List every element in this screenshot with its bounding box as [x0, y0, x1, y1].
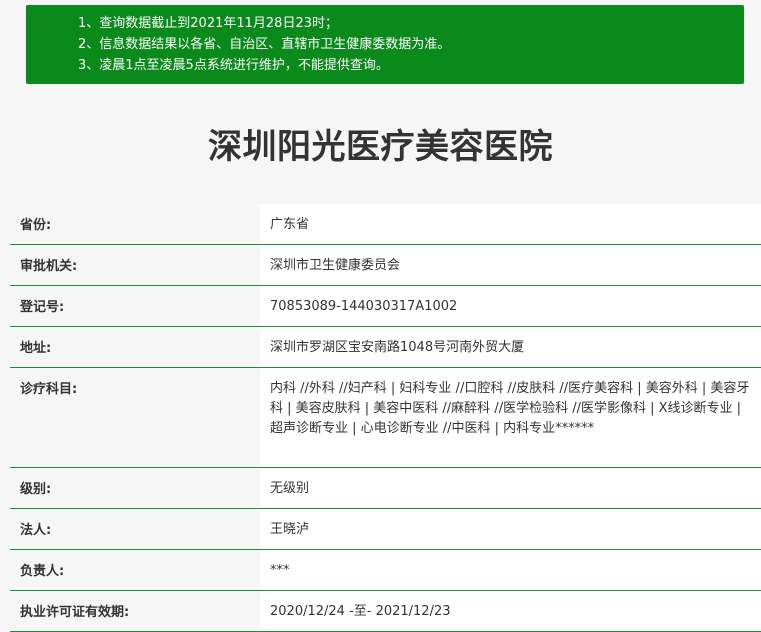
row-address: 地址: 深圳市罗湖区宝安南路1048号河南外贸大厦 — [10, 327, 761, 368]
person-in-charge-value: *** — [260, 550, 761, 590]
notice-banner: 1、查询数据截止到2021年11月28日23时； 2、信息数据结果以各省、自治区… — [26, 5, 744, 84]
row-level: 级别: 无级别 — [10, 468, 761, 509]
license-validity-value: 2020/12/24 -至- 2021/12/23 — [260, 591, 761, 631]
legal-person-value: 王晓泸 — [260, 509, 761, 549]
legal-person-label: 法人: — [10, 509, 260, 549]
row-license-validity: 执业许可证有效期: 2020/12/24 -至- 2021/12/23 — [10, 591, 761, 632]
departments-value: 内科 //外科 //妇产科 | 妇科专业 //口腔科 //皮肤科 //医疗美容科… — [260, 368, 761, 467]
address-value: 深圳市罗湖区宝安南路1048号河南外贸大厦 — [260, 327, 761, 367]
approval-authority-label: 审批机关: — [10, 245, 260, 285]
notice-line-1: 1、查询数据截止到2021年11月28日23时； — [78, 16, 338, 31]
row-legal-person: 法人: 王晓泸 — [10, 509, 761, 550]
hospital-name-title: 深圳阳光医疗美容医院 — [208, 127, 553, 167]
row-registration-number: 登记号: 70853089-144030317A1002 — [10, 286, 761, 327]
row-departments: 诊疗科目: 内科 //外科 //妇产科 | 妇科专业 //口腔科 //皮肤科 /… — [10, 368, 761, 468]
level-label: 级别: — [10, 468, 260, 508]
address-label: 地址: — [10, 327, 260, 367]
level-value: 无级别 — [260, 468, 761, 508]
departments-label: 诊疗科目: — [10, 368, 260, 467]
row-approval-authority: 审批机关: 深圳市卫生健康委员会 — [10, 245, 761, 286]
approval-authority-value: 深圳市卫生健康委员会 — [260, 245, 761, 285]
row-province: 省份: 广东省 — [10, 204, 761, 245]
notice-line-3: 3、凌晨1点至凌晨5点系统进行维护，不能提供查询。 — [78, 58, 389, 73]
row-person-in-charge: 负责人: *** — [10, 550, 761, 591]
registration-number-label: 登记号: — [10, 286, 260, 326]
registration-number-value: 70853089-144030317A1002 — [260, 286, 761, 326]
hospital-info-table: 省份: 广东省 审批机关: 深圳市卫生健康委员会 登记号: 70853089-1… — [10, 204, 761, 632]
person-in-charge-label: 负责人: — [10, 550, 260, 590]
province-value: 广东省 — [260, 204, 761, 244]
notice-line-2: 2、信息数据结果以各省、自治区、直辖市卫生健康委数据为准。 — [78, 37, 451, 52]
province-label: 省份: — [10, 204, 260, 244]
license-validity-label: 执业许可证有效期: — [10, 591, 260, 631]
